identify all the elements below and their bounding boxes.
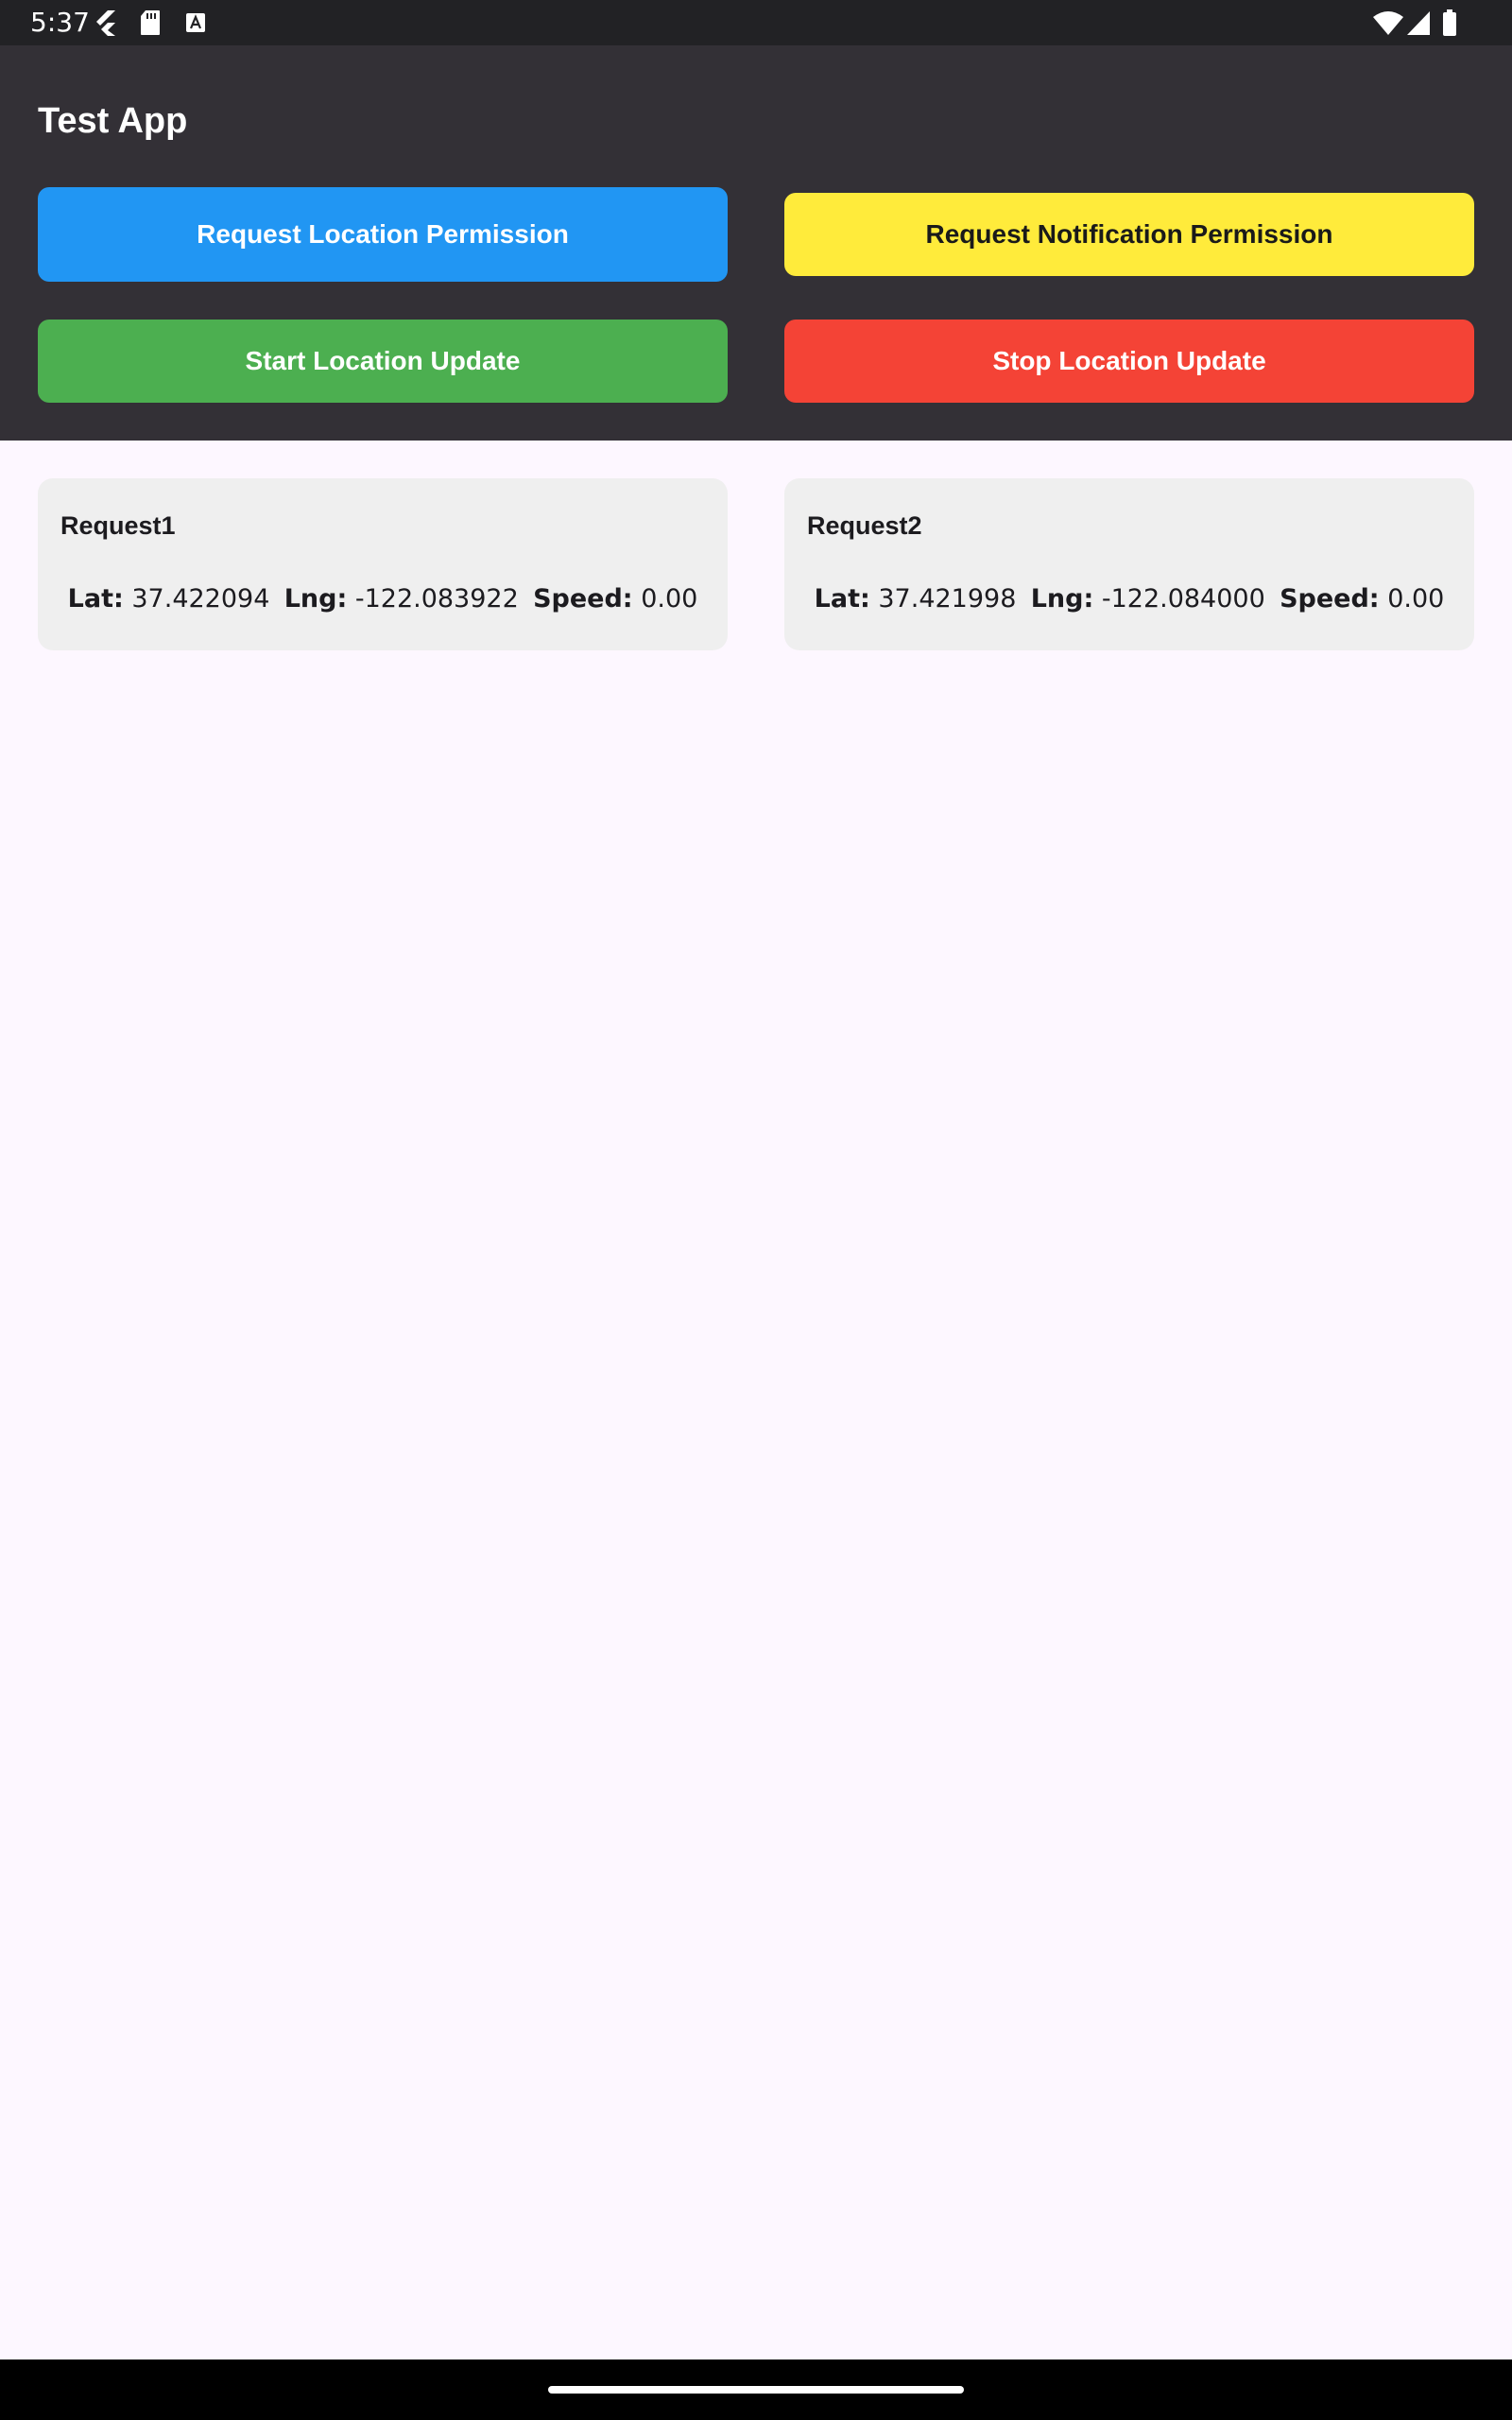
longitude-value: -122.083922: [354, 584, 519, 614]
app-title: Test App: [38, 101, 188, 141]
speed-field: Speed: 0.00: [1280, 584, 1444, 614]
stop-location-update-button[interactable]: Stop Location Update: [784, 320, 1474, 403]
location-readout: Lat: 37.422094 Lng: -122.083922 Speed: 0…: [60, 584, 705, 614]
latitude-value: 37.422094: [131, 584, 270, 614]
speed-value: 0.00: [641, 584, 698, 614]
sd-card-icon: [141, 10, 160, 35]
speed-label: Speed:: [1280, 584, 1380, 614]
request-card-2: Request2 Lat: 37.421998 Lng: -122.084000…: [784, 478, 1474, 650]
longitude-label: Lng:: [284, 584, 348, 614]
request-location-permission-button[interactable]: Request Location Permission: [38, 187, 728, 282]
request-card-title: Request2: [807, 511, 922, 540]
cellular-signal-icon: [1407, 11, 1430, 35]
battery-icon: [1443, 9, 1456, 36]
status-time: 5:37: [30, 7, 90, 38]
latitude-value: 37.421998: [878, 584, 1017, 614]
status-bar: 5:37: [0, 0, 1512, 45]
request-card-title: Request1: [60, 511, 176, 540]
speed-field: Speed: 0.00: [533, 584, 697, 614]
request-card-1: Request1 Lat: 37.422094 Lng: -122.083922…: [38, 478, 728, 650]
speed-label: Speed:: [533, 584, 633, 614]
app-header: Test App Request Location Permission Req…: [0, 45, 1512, 441]
home-gesture-handle[interactable]: [548, 2386, 964, 2394]
longitude-field: Lng: -122.083922: [284, 584, 519, 614]
latitude-label: Lat:: [814, 584, 870, 614]
accessibility-font-icon: [186, 13, 205, 32]
request-notification-permission-button[interactable]: Request Notification Permission: [784, 193, 1474, 276]
latitude-field: Lat: 37.421998: [815, 584, 1017, 614]
longitude-value: -122.084000: [1101, 584, 1265, 614]
screen: 5:37 Test App Request Location Permissio…: [0, 0, 1512, 2420]
longitude-label: Lng:: [1030, 584, 1094, 614]
location-readout: Lat: 37.421998 Lng: -122.084000 Speed: 0…: [807, 584, 1452, 614]
latitude-field: Lat: 37.422094: [68, 584, 270, 614]
flutter-icon: [96, 10, 115, 36]
longitude-field: Lng: -122.084000: [1031, 584, 1265, 614]
navigation-bar: [0, 2360, 1512, 2420]
wifi-icon: [1373, 11, 1403, 35]
latitude-label: Lat:: [67, 584, 124, 614]
start-location-update-button[interactable]: Start Location Update: [38, 320, 728, 403]
speed-value: 0.00: [1387, 584, 1445, 614]
